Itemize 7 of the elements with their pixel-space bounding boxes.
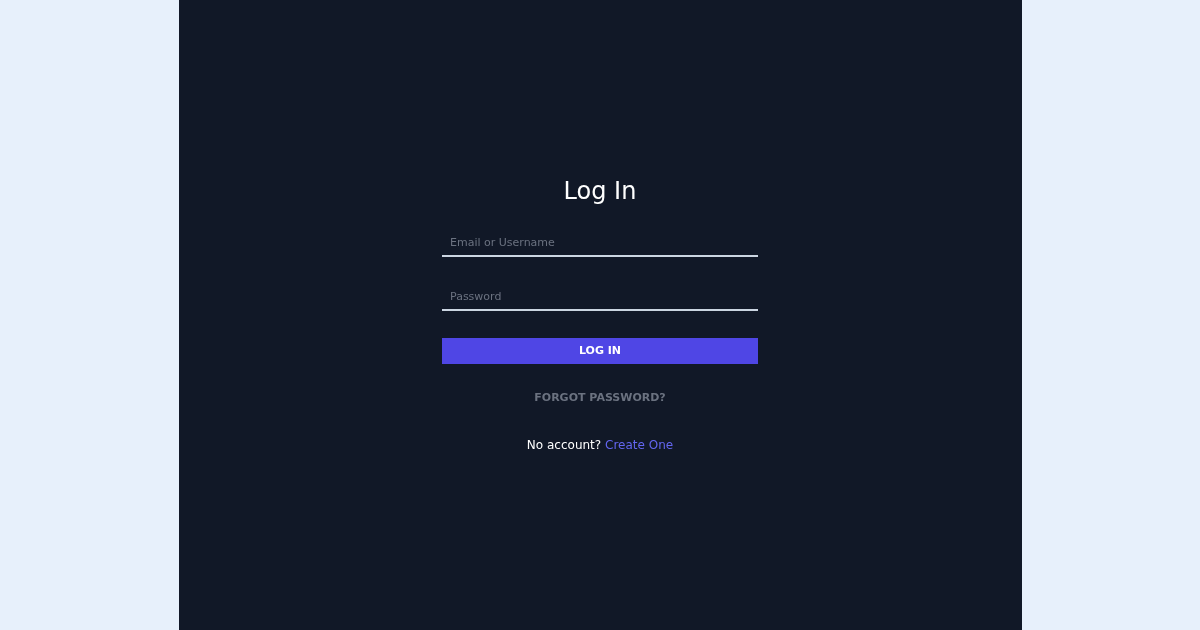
create-account-link[interactable]: Create One [605, 437, 674, 452]
password-field[interactable]: Password [442, 283, 758, 311]
signup-prompt: No account? Create One [526, 436, 674, 454]
page-title: Log In [563, 176, 637, 207]
forgot-password-link[interactable]: FORGOT PASSWORD? [534, 390, 666, 407]
username-field[interactable]: Email or Username [442, 229, 758, 257]
login-button[interactable]: LOG IN [442, 338, 758, 364]
